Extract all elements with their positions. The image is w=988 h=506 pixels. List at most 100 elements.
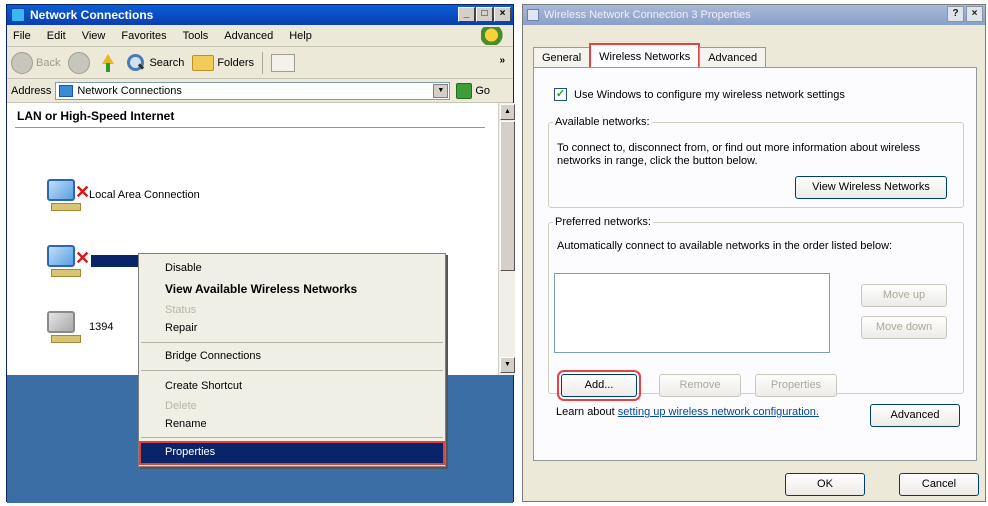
advanced-button[interactable]: Advanced bbox=[870, 404, 960, 427]
folder-icon bbox=[192, 54, 215, 71]
use-windows-row[interactable]: ✓ Use Windows to configure my wireless n… bbox=[554, 88, 845, 101]
move-down-button[interactable]: Move down bbox=[861, 316, 947, 339]
go-button[interactable]: Go bbox=[456, 82, 491, 99]
menu-advanced[interactable]: Advanced bbox=[224, 30, 273, 42]
go-label: Go bbox=[475, 84, 491, 97]
address-label: Address bbox=[11, 84, 52, 97]
preferred-networks-text: Automatically connect to available netwo… bbox=[557, 240, 893, 252]
forward-arrow-icon bbox=[68, 51, 91, 74]
search-label: Search bbox=[149, 56, 185, 69]
menu-separator bbox=[141, 370, 443, 371]
menu-separator bbox=[141, 342, 443, 343]
setting-up-wireless-link[interactable]: setting up wireless network configuratio… bbox=[618, 406, 819, 418]
address-value: Network Connections bbox=[77, 84, 182, 97]
wireless-networks-panel: ✓ Use Windows to configure my wireless n… bbox=[533, 67, 977, 461]
menu-item-delete: Delete bbox=[165, 400, 197, 412]
menu-item-view-wireless[interactable]: View Available Wireless Networks bbox=[165, 282, 357, 296]
menu-tools[interactable]: Tools bbox=[183, 30, 209, 42]
address-bar: Address Network Connections ▼ Go bbox=[7, 79, 513, 103]
menu-separator bbox=[141, 437, 443, 438]
menu-edit[interactable]: Edit bbox=[47, 30, 66, 42]
back-arrow-icon bbox=[11, 51, 33, 74]
menu-item-create-shortcut[interactable]: Create Shortcut bbox=[165, 380, 242, 392]
menu-item-repair[interactable]: Repair bbox=[165, 322, 197, 334]
tab-wireless-networks[interactable]: Wireless Networks bbox=[589, 43, 701, 69]
connection-label: 1394 bbox=[89, 321, 114, 333]
network-properties-button[interactable]: Properties bbox=[755, 374, 837, 397]
windows-logo-icon bbox=[481, 27, 507, 45]
go-arrow-icon bbox=[456, 82, 473, 99]
close-button[interactable]: × bbox=[494, 7, 511, 22]
move-up-button[interactable]: Move up bbox=[861, 284, 947, 307]
dialog-title-bar[interactable]: Wireless Network Connection 3 Properties… bbox=[523, 5, 985, 25]
section-header: LAN or High-Speed Internet bbox=[17, 109, 175, 123]
scroll-up-icon[interactable]: ▲ bbox=[500, 104, 515, 120]
scroll-down-icon[interactable]: ▼ bbox=[500, 357, 515, 373]
view-wireless-networks-button[interactable]: View Wireless Networks bbox=[795, 176, 947, 199]
folders-label: Folders bbox=[217, 56, 255, 69]
menu-item-properties-label: Properties bbox=[165, 446, 216, 458]
minimize-button[interactable]: _ bbox=[458, 7, 475, 22]
learn-prefix: Learn about bbox=[556, 406, 618, 418]
menu-item-status: Status bbox=[165, 304, 197, 316]
wireless-computer-icon: ✕ bbox=[41, 241, 90, 281]
help-button[interactable]: ? bbox=[947, 6, 964, 22]
connection-label: Local Area Connection bbox=[89, 189, 200, 201]
add-network-button[interactable]: Add... bbox=[557, 370, 641, 401]
scroll-thumb[interactable] bbox=[500, 121, 515, 271]
back-button[interactable]: Back bbox=[11, 51, 60, 74]
toolbar: Back Search Folders » bbox=[7, 47, 513, 79]
tab-advanced[interactable]: Advanced bbox=[699, 47, 767, 69]
close-button[interactable]: × bbox=[966, 6, 983, 22]
address-dropdown-icon[interactable]: ▼ bbox=[433, 83, 449, 98]
dialog-title: Wireless Network Connection 3 Properties bbox=[544, 9, 751, 21]
remove-network-button[interactable]: Remove bbox=[659, 374, 741, 397]
menu-bar: File Edit View Favorites Tools Advanced … bbox=[7, 25, 513, 47]
available-networks-legend: Available networks: bbox=[555, 116, 650, 128]
title-bar[interactable]: Network Connections _ □ × bbox=[7, 5, 513, 25]
window-title: Network Connections bbox=[30, 8, 154, 22]
properties-dialog: Wireless Network Connection 3 Properties… bbox=[522, 4, 986, 502]
menu-item-bridge[interactable]: Bridge Connections bbox=[165, 350, 261, 362]
vertical-scrollbar[interactable]: ▲ ▼ bbox=[498, 103, 515, 375]
network-icon bbox=[527, 9, 539, 21]
tab-general[interactable]: General bbox=[533, 47, 591, 69]
views-icon[interactable] bbox=[271, 53, 296, 72]
menu-item-properties[interactable]: Properties bbox=[139, 441, 445, 465]
network-computer-icon: ✕ bbox=[41, 175, 90, 215]
disconnected-x-icon: ✕ bbox=[75, 248, 91, 268]
maximize-button[interactable]: □ bbox=[476, 7, 493, 22]
learn-about-text: Learn about setting up wireless network … bbox=[556, 406, 836, 419]
use-windows-checkbox[interactable]: ✓ bbox=[554, 88, 567, 101]
disconnected-x-icon: ✕ bbox=[75, 182, 91, 202]
context-menu: Disable View Available Wireless Networks… bbox=[138, 253, 446, 467]
toolbar-separator bbox=[262, 51, 264, 74]
up-folder-icon[interactable] bbox=[98, 52, 118, 74]
preferred-networks-legend: Preferred networks: bbox=[555, 216, 651, 228]
forward-button[interactable] bbox=[68, 51, 91, 74]
menu-favorites[interactable]: Favorites bbox=[121, 30, 166, 42]
connection-local-area[interactable]: ✕ Local Area Connection bbox=[41, 175, 200, 215]
menu-item-rename[interactable]: Rename bbox=[165, 418, 207, 430]
address-input[interactable]: Network Connections ▼ bbox=[55, 81, 451, 100]
folders-button[interactable]: Folders bbox=[192, 54, 255, 71]
use-windows-label: Use Windows to configure my wireless net… bbox=[574, 88, 845, 101]
1394-computer-icon bbox=[41, 307, 85, 347]
available-networks-group: Available networks: To connect to, disco… bbox=[548, 116, 964, 208]
search-button[interactable]: Search bbox=[126, 53, 184, 73]
connection-1394[interactable]: 1394 bbox=[41, 307, 113, 347]
search-icon bbox=[126, 53, 146, 73]
toolbar-more-chevron[interactable]: » bbox=[499, 55, 505, 66]
cancel-button[interactable]: Cancel bbox=[899, 473, 979, 496]
network-icon bbox=[59, 84, 74, 97]
network-connections-icon bbox=[11, 8, 25, 22]
tab-strip: General Wireless Networks Advanced bbox=[533, 43, 767, 69]
menu-file[interactable]: File bbox=[13, 30, 31, 42]
preferred-networks-list[interactable] bbox=[554, 273, 830, 353]
menu-view[interactable]: View bbox=[82, 30, 106, 42]
menu-item-disable[interactable]: Disable bbox=[165, 262, 202, 274]
available-networks-text: To connect to, disconnect from, or find … bbox=[557, 142, 921, 167]
ok-button[interactable]: OK bbox=[785, 473, 865, 496]
menu-help[interactable]: Help bbox=[289, 30, 312, 42]
section-divider bbox=[15, 127, 485, 128]
